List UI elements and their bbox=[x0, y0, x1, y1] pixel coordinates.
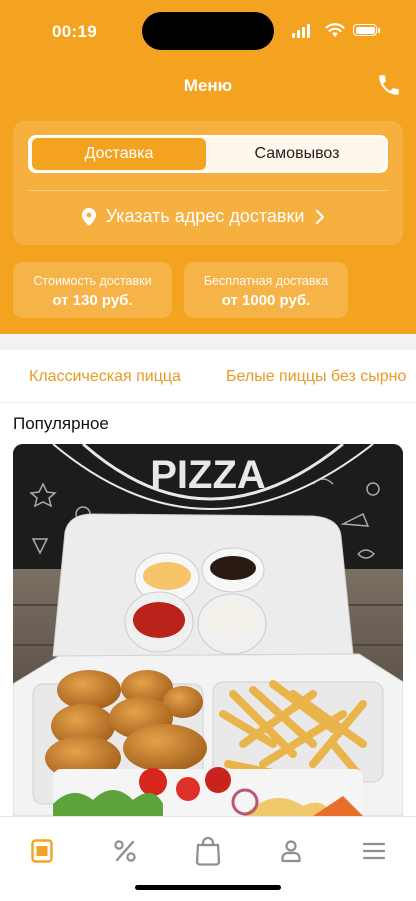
address-button[interactable]: Указать адрес доставки bbox=[0, 206, 416, 227]
product-image: PIZZA bbox=[13, 444, 403, 816]
toggle-delivery[interactable]: Доставка bbox=[32, 138, 206, 170]
delivery-cost-value: от 130 руб. bbox=[52, 292, 133, 309]
delivery-cost-caption: Стоимость доставки bbox=[33, 274, 152, 288]
page-title: Меню bbox=[183, 76, 233, 95]
hamburger-icon bbox=[363, 842, 385, 860]
dynamic-island bbox=[142, 12, 274, 50]
bag-icon bbox=[195, 836, 221, 866]
status-time: 00:19 bbox=[52, 22, 97, 41]
tab-cart[interactable] bbox=[188, 831, 228, 871]
tab-more[interactable] bbox=[354, 831, 394, 871]
status-bar: 00:19 bbox=[0, 0, 416, 60]
section-title: Популярное bbox=[13, 414, 109, 433]
separator bbox=[0, 334, 416, 350]
wifi-icon bbox=[325, 23, 345, 37]
address-label: Указать адрес доставки bbox=[105, 206, 305, 226]
category-white-pizza[interactable]: Белые пиццы без сырно bbox=[226, 368, 406, 386]
free-delivery-caption: Бесплатная доставка bbox=[203, 274, 329, 288]
product-photo[interactable]: PIZZA bbox=[13, 444, 403, 816]
chevron-right-icon bbox=[316, 209, 325, 224]
tab-promotions[interactable] bbox=[105, 831, 145, 871]
profile-icon bbox=[281, 840, 301, 863]
wall-sign-text: PIZZA bbox=[150, 453, 266, 497]
menu-icon bbox=[31, 839, 53, 863]
delivery-cost-chip: Стоимость доставки от 130 руб. bbox=[13, 262, 172, 318]
phone-icon[interactable] bbox=[376, 72, 402, 98]
free-delivery-value: от 1000 руб. bbox=[221, 292, 311, 309]
tab-profile[interactable] bbox=[271, 831, 311, 871]
percent-icon bbox=[114, 840, 136, 862]
divider bbox=[28, 190, 388, 191]
battery-icon bbox=[353, 24, 377, 36]
category-classic-pizza[interactable]: Классическая пицца bbox=[29, 368, 181, 386]
free-delivery-chip: Бесплатная доставка от 1000 руб. bbox=[184, 262, 348, 318]
category-bar: Классическая пицца Белые пиццы без сырно bbox=[0, 350, 416, 403]
toggle-pickup[interactable]: Самовывоз bbox=[210, 138, 384, 170]
signal-icon bbox=[292, 24, 312, 38]
tab-menu[interactable] bbox=[22, 831, 62, 871]
home-indicator bbox=[135, 885, 281, 890]
location-pin-icon bbox=[81, 207, 96, 226]
